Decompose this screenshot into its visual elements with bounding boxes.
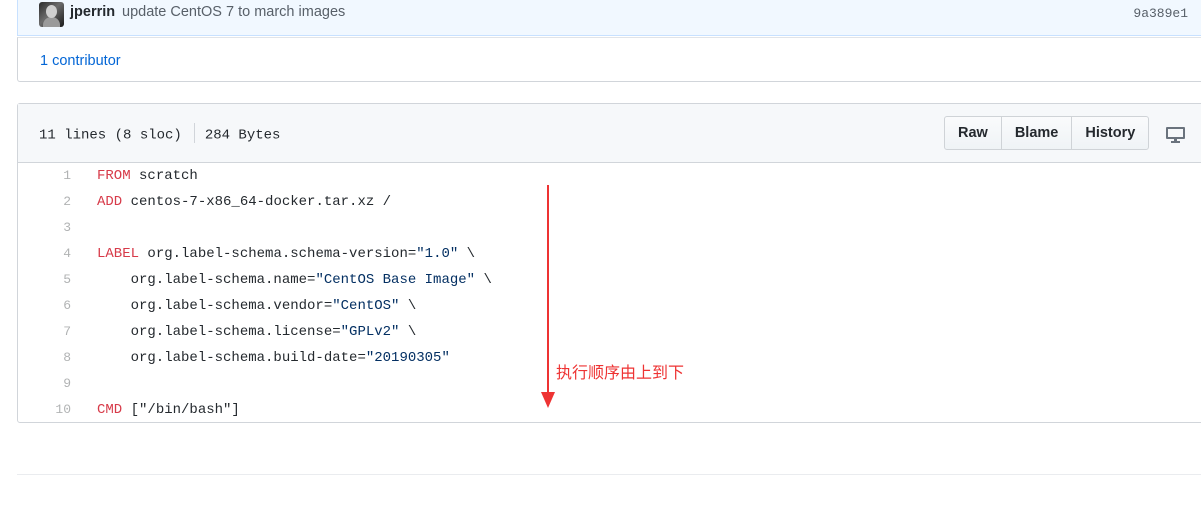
file-info-divider	[193, 123, 195, 143]
divider	[17, 474, 1201, 475]
file-lines-info: 11 lines (8 sloc)	[39, 127, 182, 144]
line-content: LABEL org.label-schema.schema-version="1…	[97, 246, 476, 262]
line-content: org.label-schema.name="CentOS Base Image…	[97, 272, 492, 288]
code-body: 1 FROM scratch 2 ADD centos-7-x86_64-docke…	[18, 163, 1201, 423]
line-number[interactable]: 3	[18, 215, 71, 241]
line-number[interactable]: 7	[18, 319, 71, 345]
line-content: org.label-schema.build-date="20190305"	[97, 350, 450, 366]
contributors-box: 1 contributor	[17, 37, 1201, 82]
avatar[interactable]	[39, 2, 64, 27]
commit-author-link[interactable]: jperrin	[70, 4, 115, 20]
annotation-arrow-head-icon	[541, 392, 555, 408]
line-content: ADD centos-7-x86_64-docker.tar.xz /	[97, 194, 392, 210]
latest-commit-bar: jperrin update CentOS 7 to march images …	[17, 0, 1201, 36]
line-number[interactable]: 2	[18, 189, 71, 215]
line-content: FROM scratch	[97, 168, 198, 184]
file-actions: Raw Blame History	[944, 116, 1150, 150]
file-size: 284 Bytes	[204, 127, 281, 144]
file-header: 11 lines (8 sloc) 284 Bytes Raw Blame His…	[18, 104, 1201, 163]
commit-sha-link[interactable]: 9a389e1	[1133, 6, 1188, 21]
file-info: 11 lines (8 sloc) 284 Bytes	[39, 123, 281, 145]
code-line: 5 org.label-schema.name="CentOS Base Ima…	[18, 267, 1201, 293]
code-line: 10 CMD ["/bin/bash"]	[18, 397, 1201, 423]
line-content: org.label-schema.vendor="CentOS" \	[97, 298, 417, 314]
commit-message-link[interactable]: update CentOS 7 to march images	[122, 4, 345, 20]
raw-button[interactable]: Raw	[944, 116, 1002, 150]
code-line: 2 ADD centos-7-x86_64-docker.tar.xz /	[18, 189, 1201, 215]
blame-button[interactable]: Blame	[1000, 116, 1073, 150]
annotation-text: 执行顺序由上到下	[556, 363, 685, 382]
line-content: org.label-schema.license="GPLv2" \	[97, 324, 417, 340]
line-number[interactable]: 10	[18, 397, 71, 423]
annotation-arrow-shaft	[547, 185, 549, 397]
monitor-icon[interactable]	[1166, 127, 1185, 143]
line-number[interactable]: 1	[18, 163, 71, 189]
line-content: CMD ["/bin/bash"]	[97, 402, 240, 418]
contributors-link[interactable]: 1 contributor	[40, 53, 121, 69]
line-number[interactable]: 9	[18, 371, 71, 397]
code-line: 4 LABEL org.label-schema.schema-version="…	[18, 241, 1201, 267]
code-line: 1 FROM scratch	[18, 163, 1201, 189]
line-number[interactable]: 5	[18, 267, 71, 293]
line-number[interactable]: 6	[18, 293, 71, 319]
code-line: 7 org.label-schema.license="GPLv2" \	[18, 319, 1201, 345]
history-button[interactable]: History	[1071, 116, 1150, 150]
line-number[interactable]: 8	[18, 345, 71, 371]
code-line: 6 org.label-schema.vendor="CentOS" \	[18, 293, 1201, 319]
code-line: 3	[18, 215, 1201, 241]
line-number[interactable]: 4	[18, 241, 71, 267]
